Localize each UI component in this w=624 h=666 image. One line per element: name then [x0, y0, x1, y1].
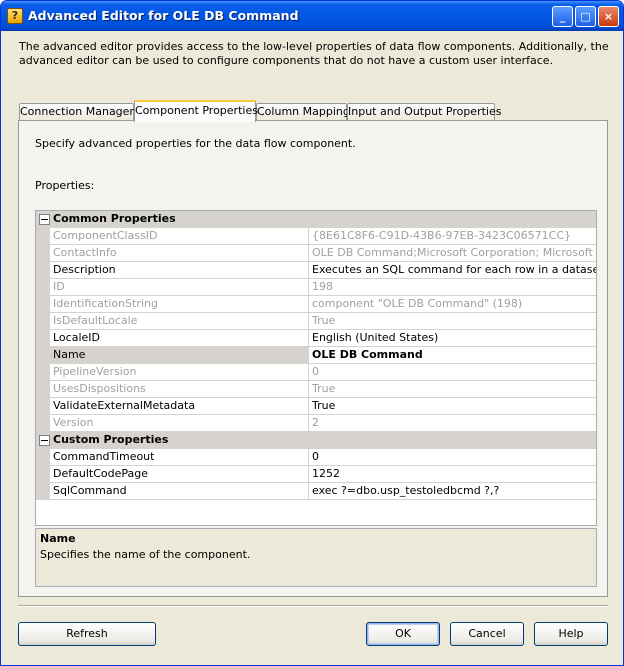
property-value: OLE DB Command;Microsoft Corporation; Mi…: [309, 245, 596, 262]
close-button[interactable]: ×: [598, 6, 619, 27]
property-row-sqlcommand[interactable]: SqlCommand exec ?=dbo.usp_testoledbcmd ?…: [36, 483, 596, 500]
help-button[interactable]: Help: [534, 622, 608, 646]
row-gutter: [36, 415, 50, 432]
property-value[interactable]: 1252: [309, 466, 596, 483]
property-name: Version: [50, 415, 309, 432]
property-value[interactable]: True: [309, 398, 596, 415]
title-bar[interactable]: ? Advanced Editor for OLE DB Command _ □…: [1, 1, 623, 31]
property-name: Description: [50, 262, 309, 279]
property-name: ValidateExternalMetadata: [50, 398, 309, 415]
collapse-icon[interactable]: [39, 214, 50, 225]
property-value[interactable]: 0: [309, 449, 596, 466]
property-name: SqlCommand: [50, 483, 309, 500]
tab-component-properties[interactable]: Component Properties: [134, 100, 258, 122]
tab-column-mappings[interactable]: Column Mappings: [256, 103, 356, 121]
property-row-commandtimeout[interactable]: CommandTimeout 0: [36, 449, 596, 466]
row-gutter: [36, 262, 50, 279]
property-value[interactable]: Executes an SQL command for each row in …: [309, 262, 596, 279]
tab-input-output-properties[interactable]: Input and Output Properties: [347, 103, 501, 121]
ssis-component-icon: ?: [7, 8, 23, 24]
row-gutter: [36, 398, 50, 415]
property-row-pipelineversion[interactable]: PipelineVersion 0: [36, 364, 596, 381]
property-row-usesdispositions[interactable]: UsesDispositions True: [36, 381, 596, 398]
cancel-button[interactable]: Cancel: [450, 622, 524, 646]
row-gutter: [36, 347, 50, 364]
collapse-icon[interactable]: [39, 435, 50, 446]
property-value: 0: [309, 364, 596, 381]
property-row-identificationstring[interactable]: IdentificationString component "OLE DB C…: [36, 296, 596, 313]
refresh-button[interactable]: Refresh: [18, 622, 156, 646]
property-value: {8E61C8F6-C91D-43B6-97EB-3423C06571CC}: [309, 228, 596, 245]
property-value: 2: [309, 415, 596, 432]
property-grid[interactable]: Common Properties ComponentClassID {8E61…: [35, 210, 597, 526]
property-name: IdentificationString: [50, 296, 309, 313]
button-separator: [18, 605, 608, 607]
property-name: ComponentClassID: [50, 228, 309, 245]
property-value: component "OLE DB Command" (198): [309, 296, 596, 313]
property-value: 198: [309, 279, 596, 296]
row-gutter: [36, 364, 50, 381]
tab-connection-managers[interactable]: Connection Managers: [19, 103, 140, 121]
advanced-editor-window: ? Advanced Editor for OLE DB Command _ □…: [0, 0, 624, 666]
property-name: ID: [50, 279, 309, 296]
property-name: ContactInfo: [50, 245, 309, 262]
property-value[interactable]: OLE DB Command: [309, 347, 596, 364]
maximize-button[interactable]: □: [575, 6, 596, 27]
row-gutter: [36, 466, 50, 483]
ok-button[interactable]: OK: [366, 622, 440, 646]
category-common-properties[interactable]: Common Properties: [36, 211, 596, 228]
row-gutter: [36, 483, 50, 500]
property-value: True: [309, 313, 596, 330]
property-row-localeid[interactable]: LocaleID English (United States): [36, 330, 596, 347]
property-row-version[interactable]: Version 2: [36, 415, 596, 432]
category-custom-properties[interactable]: Custom Properties: [36, 432, 596, 449]
row-gutter: [36, 228, 50, 245]
category-label: Common Properties: [53, 212, 176, 225]
row-gutter: [36, 449, 50, 466]
category-label: Custom Properties: [53, 433, 169, 446]
property-name: Name: [50, 347, 309, 364]
property-value[interactable]: exec ?=dbo.usp_testoledbcmd ?,?: [309, 483, 596, 500]
editor-description: The advanced editor provides access to t…: [19, 40, 609, 67]
property-name: UsesDispositions: [50, 381, 309, 398]
window-title: Advanced Editor for OLE DB Command: [28, 8, 299, 23]
properties-label: Properties:: [35, 179, 95, 192]
property-row-description[interactable]: Description Executes an SQL command for …: [36, 262, 596, 279]
property-row-defaultcodepage[interactable]: DefaultCodePage 1252: [36, 466, 596, 483]
minimize-button[interactable]: _: [552, 6, 573, 27]
component-properties-panel: Specify advanced properties for the data…: [18, 120, 608, 597]
help-text: Specifies the name of the component.: [40, 548, 251, 561]
property-value[interactable]: English (United States): [309, 330, 596, 347]
property-name: LocaleID: [50, 330, 309, 347]
row-gutter: [36, 381, 50, 398]
property-row-contactinfo[interactable]: ContactInfo OLE DB Command;Microsoft Cor…: [36, 245, 596, 262]
row-gutter: [36, 330, 50, 347]
property-row-id[interactable]: ID 198: [36, 279, 596, 296]
row-gutter: [36, 245, 50, 262]
property-name: PipelineVersion: [50, 364, 309, 381]
row-gutter: [36, 279, 50, 296]
panel-intro: Specify advanced properties for the data…: [35, 137, 356, 150]
property-row-name[interactable]: Name OLE DB Command: [36, 347, 596, 364]
property-row-isdefaultlocale[interactable]: IsDefaultLocale True: [36, 313, 596, 330]
row-gutter: [36, 296, 50, 313]
property-help-box: Name Specifies the name of the component…: [35, 528, 597, 587]
property-row-validateexternalmetadata[interactable]: ValidateExternalMetadata True: [36, 398, 596, 415]
property-name: CommandTimeout: [50, 449, 309, 466]
property-name: DefaultCodePage: [50, 466, 309, 483]
property-value: True: [309, 381, 596, 398]
property-name: IsDefaultLocale: [50, 313, 309, 330]
property-row-componentclassid[interactable]: ComponentClassID {8E61C8F6-C91D-43B6-97E…: [36, 228, 596, 245]
help-title: Name: [40, 532, 76, 545]
row-gutter: [36, 313, 50, 330]
